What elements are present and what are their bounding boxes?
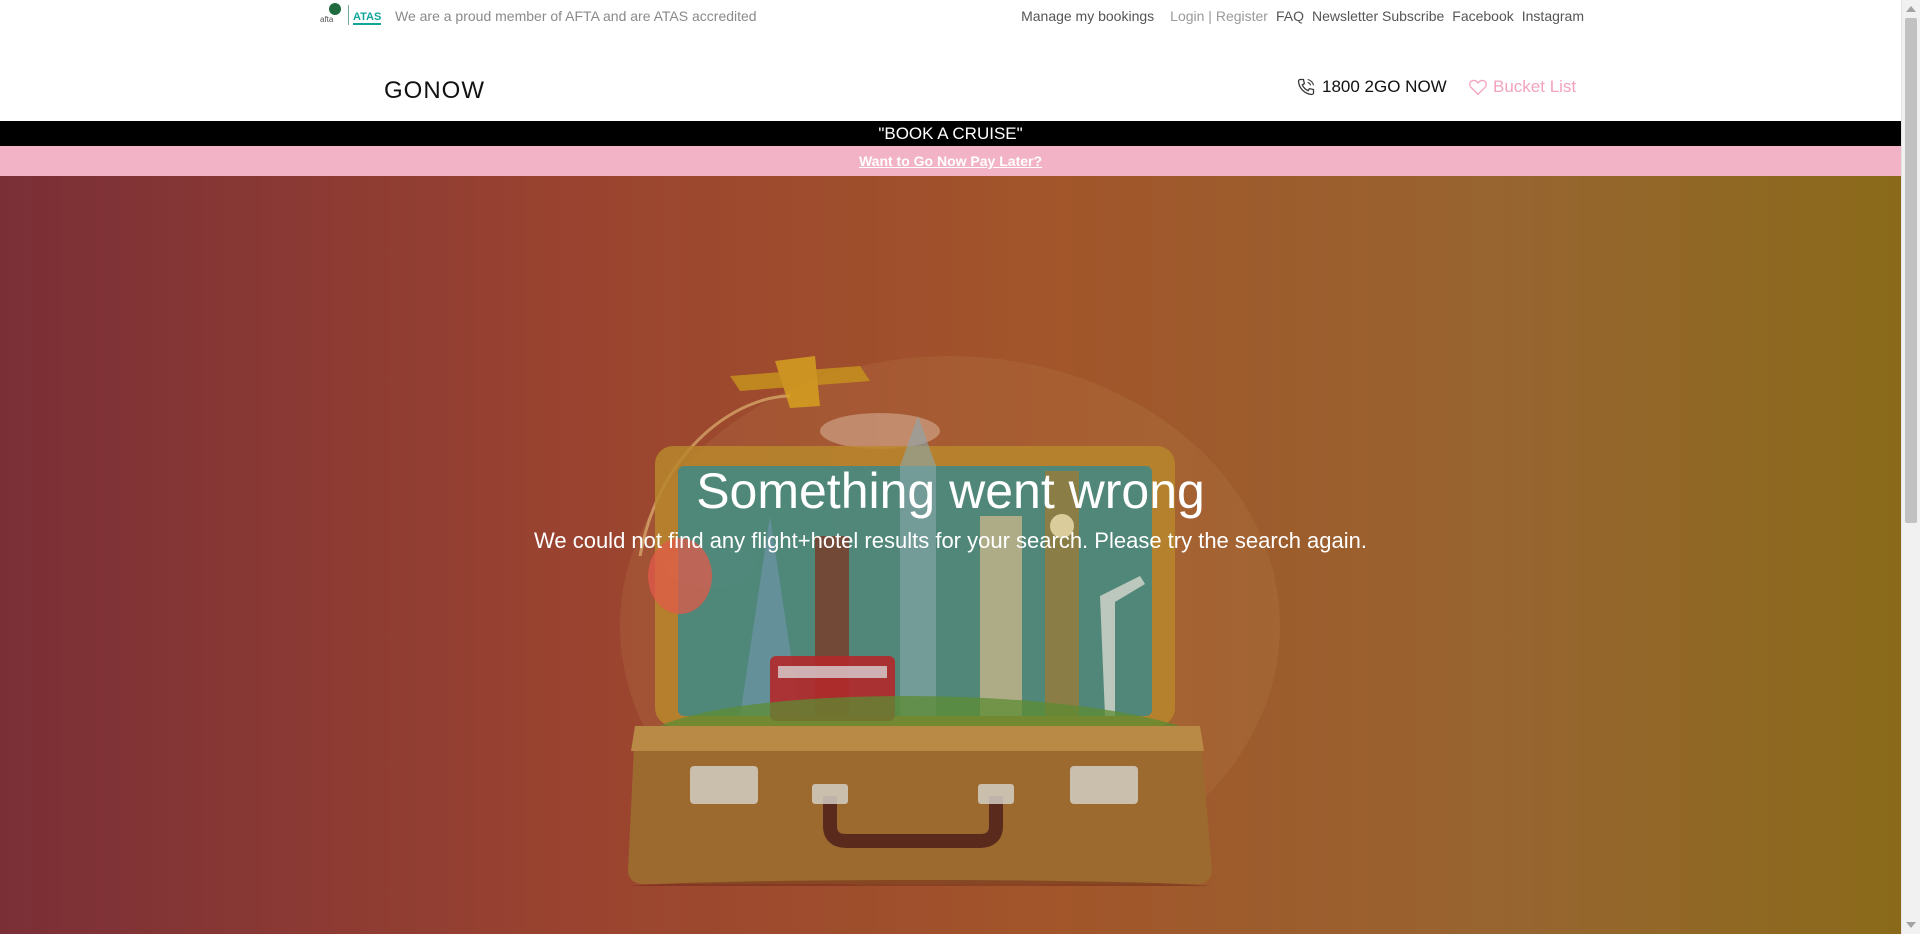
bucket-list-label: Bucket List: [1493, 77, 1577, 96]
facebook-link[interactable]: Facebook: [1452, 8, 1513, 24]
pay-later-bar: Want to Go Now Pay Later?: [0, 146, 1901, 176]
phone-contact[interactable]: 1800 2GO NOW: [1296, 77, 1447, 97]
error-message: We could not find any flight+hotel resul…: [534, 528, 1367, 553]
scroll-up-arrow-icon[interactable]: [1906, 6, 1916, 12]
faq-link[interactable]: FAQ: [1276, 8, 1304, 24]
top-utility-bar: afta ATAS We are a proud member of AFTA …: [0, 0, 1901, 32]
gonow-logo[interactable]: GONOW: [384, 77, 485, 105]
error-hero: Something went wrong We could not find a…: [0, 176, 1901, 934]
pay-later-link[interactable]: Want to Go Now Pay Later?: [859, 153, 1042, 169]
book-cruise-text: "BOOK A CRUISE": [878, 124, 1023, 143]
error-title: Something went wrong: [696, 463, 1205, 519]
heart-icon: [1469, 79, 1487, 96]
page: afta ATAS We are a proud member of AFTA …: [0, 0, 1901, 934]
instagram-link[interactable]: Instagram: [1522, 8, 1584, 24]
scrollbar-thumb[interactable]: [1905, 18, 1917, 523]
phone-number: 1800 2GO NOW: [1322, 77, 1447, 96]
atas-logo: ATAS: [353, 5, 382, 25]
book-cruise-bar[interactable]: "BOOK A CRUISE": [0, 121, 1901, 146]
afta-logo-text: afta: [320, 15, 334, 24]
accreditation-badges: afta ATAS: [318, 3, 382, 27]
manage-bookings-link[interactable]: Manage my bookings: [1021, 8, 1154, 24]
badge-divider: [348, 5, 349, 25]
membership-text: We are a proud member of AFTA and are AT…: [395, 8, 757, 24]
newsletter-link[interactable]: Newsletter Subscribe: [1312, 8, 1444, 24]
suitcase-landmarks-illustration: [620, 356, 1280, 886]
top-links: Manage my bookings Login | Register FAQ …: [1021, 8, 1584, 24]
bucket-list-link[interactable]: Bucket List: [1468, 77, 1576, 97]
vertical-scrollbar[interactable]: [1901, 0, 1920, 934]
site-header: GONOW 1800 2GO NOW Bucket List: [0, 32, 1901, 121]
scroll-down-arrow-icon[interactable]: [1906, 922, 1916, 928]
phone-icon: [1297, 78, 1315, 96]
afta-logo: afta: [318, 3, 344, 27]
tree-icon: [329, 3, 341, 15]
login-register-link[interactable]: Login | Register: [1170, 8, 1268, 24]
